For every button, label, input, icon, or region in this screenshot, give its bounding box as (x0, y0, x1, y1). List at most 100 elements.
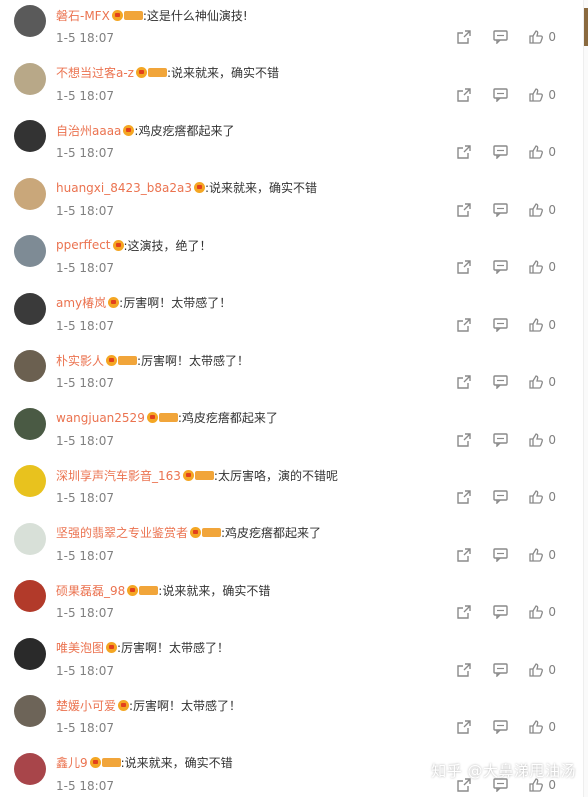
comment-time: 1-5 18:07 (56, 778, 114, 793)
share-icon[interactable] (457, 30, 472, 44)
share-icon[interactable] (457, 662, 472, 677)
avatar[interactable] (14, 407, 46, 440)
username-link[interactable]: amy椿岚 (56, 294, 106, 311)
comment-actions: 0 (457, 145, 556, 160)
like-count: 0 (548, 375, 556, 389)
thumbs-up-icon[interactable] (529, 145, 544, 159)
vip-badge-icon (194, 470, 214, 480)
vip-badge-icon (101, 758, 121, 767)
avatar[interactable] (14, 62, 46, 95)
comment-actions: 0 (457, 662, 556, 678)
avatar[interactable] (14, 637, 46, 670)
crown-icon (146, 412, 158, 423)
crown-icon (123, 124, 135, 136)
username-link[interactable]: 鑫儿9 (56, 754, 88, 771)
thumbs-up-icon[interactable] (529, 202, 544, 217)
comment-icon[interactable] (493, 375, 509, 390)
username-link[interactable]: 楚媛小可爱 (56, 697, 116, 714)
avatar[interactable] (14, 465, 46, 497)
member-badge (194, 182, 205, 193)
thumbs-up-icon[interactable] (529, 30, 544, 44)
comment-icon[interactable] (493, 605, 509, 620)
comment-time: 1-5 18:07 (56, 491, 114, 505)
avatar[interactable] (14, 120, 46, 152)
username-link[interactable]: 朴实影人 (56, 352, 104, 369)
avatar[interactable] (14, 350, 46, 382)
comment-icon[interactable] (493, 260, 509, 275)
share-icon[interactable] (457, 317, 472, 332)
thumbs-up-icon[interactable] (529, 317, 544, 332)
vip-badge-icon (139, 585, 159, 595)
share-icon[interactable] (457, 432, 472, 447)
avatar[interactable] (14, 292, 46, 325)
comment-item: 朴实影人:厉害啊！太带感了！ 1-5 18:07 0 (0, 345, 575, 402)
username-link[interactable]: 不想当过客a-z (56, 64, 134, 81)
comment-line: 磐石-MFX:这是什么神仙演技! (56, 6, 248, 24)
share-icon[interactable] (457, 490, 472, 504)
avatar[interactable] (14, 695, 46, 727)
comment-text: :这演技，绝了！ (123, 238, 212, 253)
share-icon[interactable] (457, 720, 472, 734)
username-link[interactable]: 硕果磊磊_98 (56, 582, 125, 599)
share-icon[interactable] (457, 605, 472, 619)
like-count: 0 (548, 605, 556, 619)
share-icon[interactable] (457, 87, 472, 102)
comment-text: :说来就来，确实不错 (166, 66, 280, 80)
username-link[interactable]: pperffect (56, 238, 111, 252)
avatar[interactable] (14, 522, 46, 555)
comment-text: :鸡皮疙瘩都起来了 (221, 526, 322, 540)
comment-line: 自治州aaaa:鸡皮疙瘩都起来了 (56, 121, 234, 139)
right-edge-panel (583, 0, 588, 797)
like-count: 0 (548, 547, 556, 562)
share-icon[interactable] (457, 260, 472, 274)
avatar[interactable] (14, 235, 46, 267)
username-link[interactable]: 磐石-MFX (56, 7, 110, 24)
username-link[interactable]: 自治州aaaa (56, 122, 121, 139)
comment-time: 1-5 18:07 (56, 203, 114, 218)
thumbs-up-icon[interactable] (529, 490, 544, 504)
thumbs-up-icon[interactable] (529, 547, 544, 562)
comment-icon[interactable] (493, 547, 509, 563)
comment-icon[interactable] (493, 87, 509, 103)
comment-time: 1-5 18:07 (56, 663, 114, 678)
avatar[interactable] (14, 5, 46, 37)
crown-icon (106, 642, 118, 653)
comment-item: 深圳享声汽车影音_163:太厉害咯，演的不错呢 1-5 18:07 0 (0, 460, 575, 517)
comment-actions: 0 (457, 317, 556, 333)
thumbs-up-icon[interactable] (529, 662, 544, 677)
comment-icon[interactable] (493, 432, 509, 448)
comment-icon[interactable] (493, 30, 509, 45)
comment-icon[interactable] (493, 145, 509, 160)
avatar[interactable] (14, 580, 46, 612)
thumbs-up-icon[interactable] (529, 605, 544, 619)
share-icon[interactable] (457, 145, 472, 159)
thumbs-up-icon[interactable] (529, 87, 544, 102)
comment-icon[interactable] (493, 490, 509, 505)
comment-icon[interactable] (493, 662, 509, 678)
share-icon[interactable] (457, 547, 472, 562)
thumbs-up-icon[interactable] (529, 260, 544, 274)
vip-badge-icon (147, 68, 167, 77)
username-link[interactable]: 坚强的翡翠之专业鉴赏者 (56, 524, 188, 541)
avatar[interactable] (14, 177, 46, 210)
username-link[interactable]: 唯美泡图 (56, 639, 104, 656)
comment-icon[interactable] (493, 720, 509, 735)
username-link[interactable]: wangjuan2529 (56, 411, 145, 425)
comment-time: 1-5 18:07 (56, 433, 114, 448)
comment-icon[interactable] (493, 317, 509, 333)
comment-item: wangjuan2529:鸡皮疙瘩都起来了 1-5 18:07 0 (0, 403, 575, 460)
thumbs-up-icon[interactable] (529, 375, 544, 389)
avatar[interactable] (14, 752, 46, 785)
thumbs-up-icon[interactable] (529, 720, 544, 734)
share-icon[interactable] (457, 202, 472, 217)
like-count: 0 (548, 202, 556, 217)
like-count: 0 (548, 720, 556, 734)
share-icon[interactable] (457, 375, 472, 389)
crown-icon (135, 67, 147, 78)
thumbs-up-icon[interactable] (529, 432, 544, 447)
comment-icon[interactable] (493, 202, 509, 218)
crown-icon (89, 757, 101, 768)
username-link[interactable]: huangxi_8423_b8a2a3 (56, 181, 192, 195)
username-link[interactable]: 深圳享声汽车影音_163 (56, 467, 181, 484)
crown-icon (112, 239, 124, 251)
